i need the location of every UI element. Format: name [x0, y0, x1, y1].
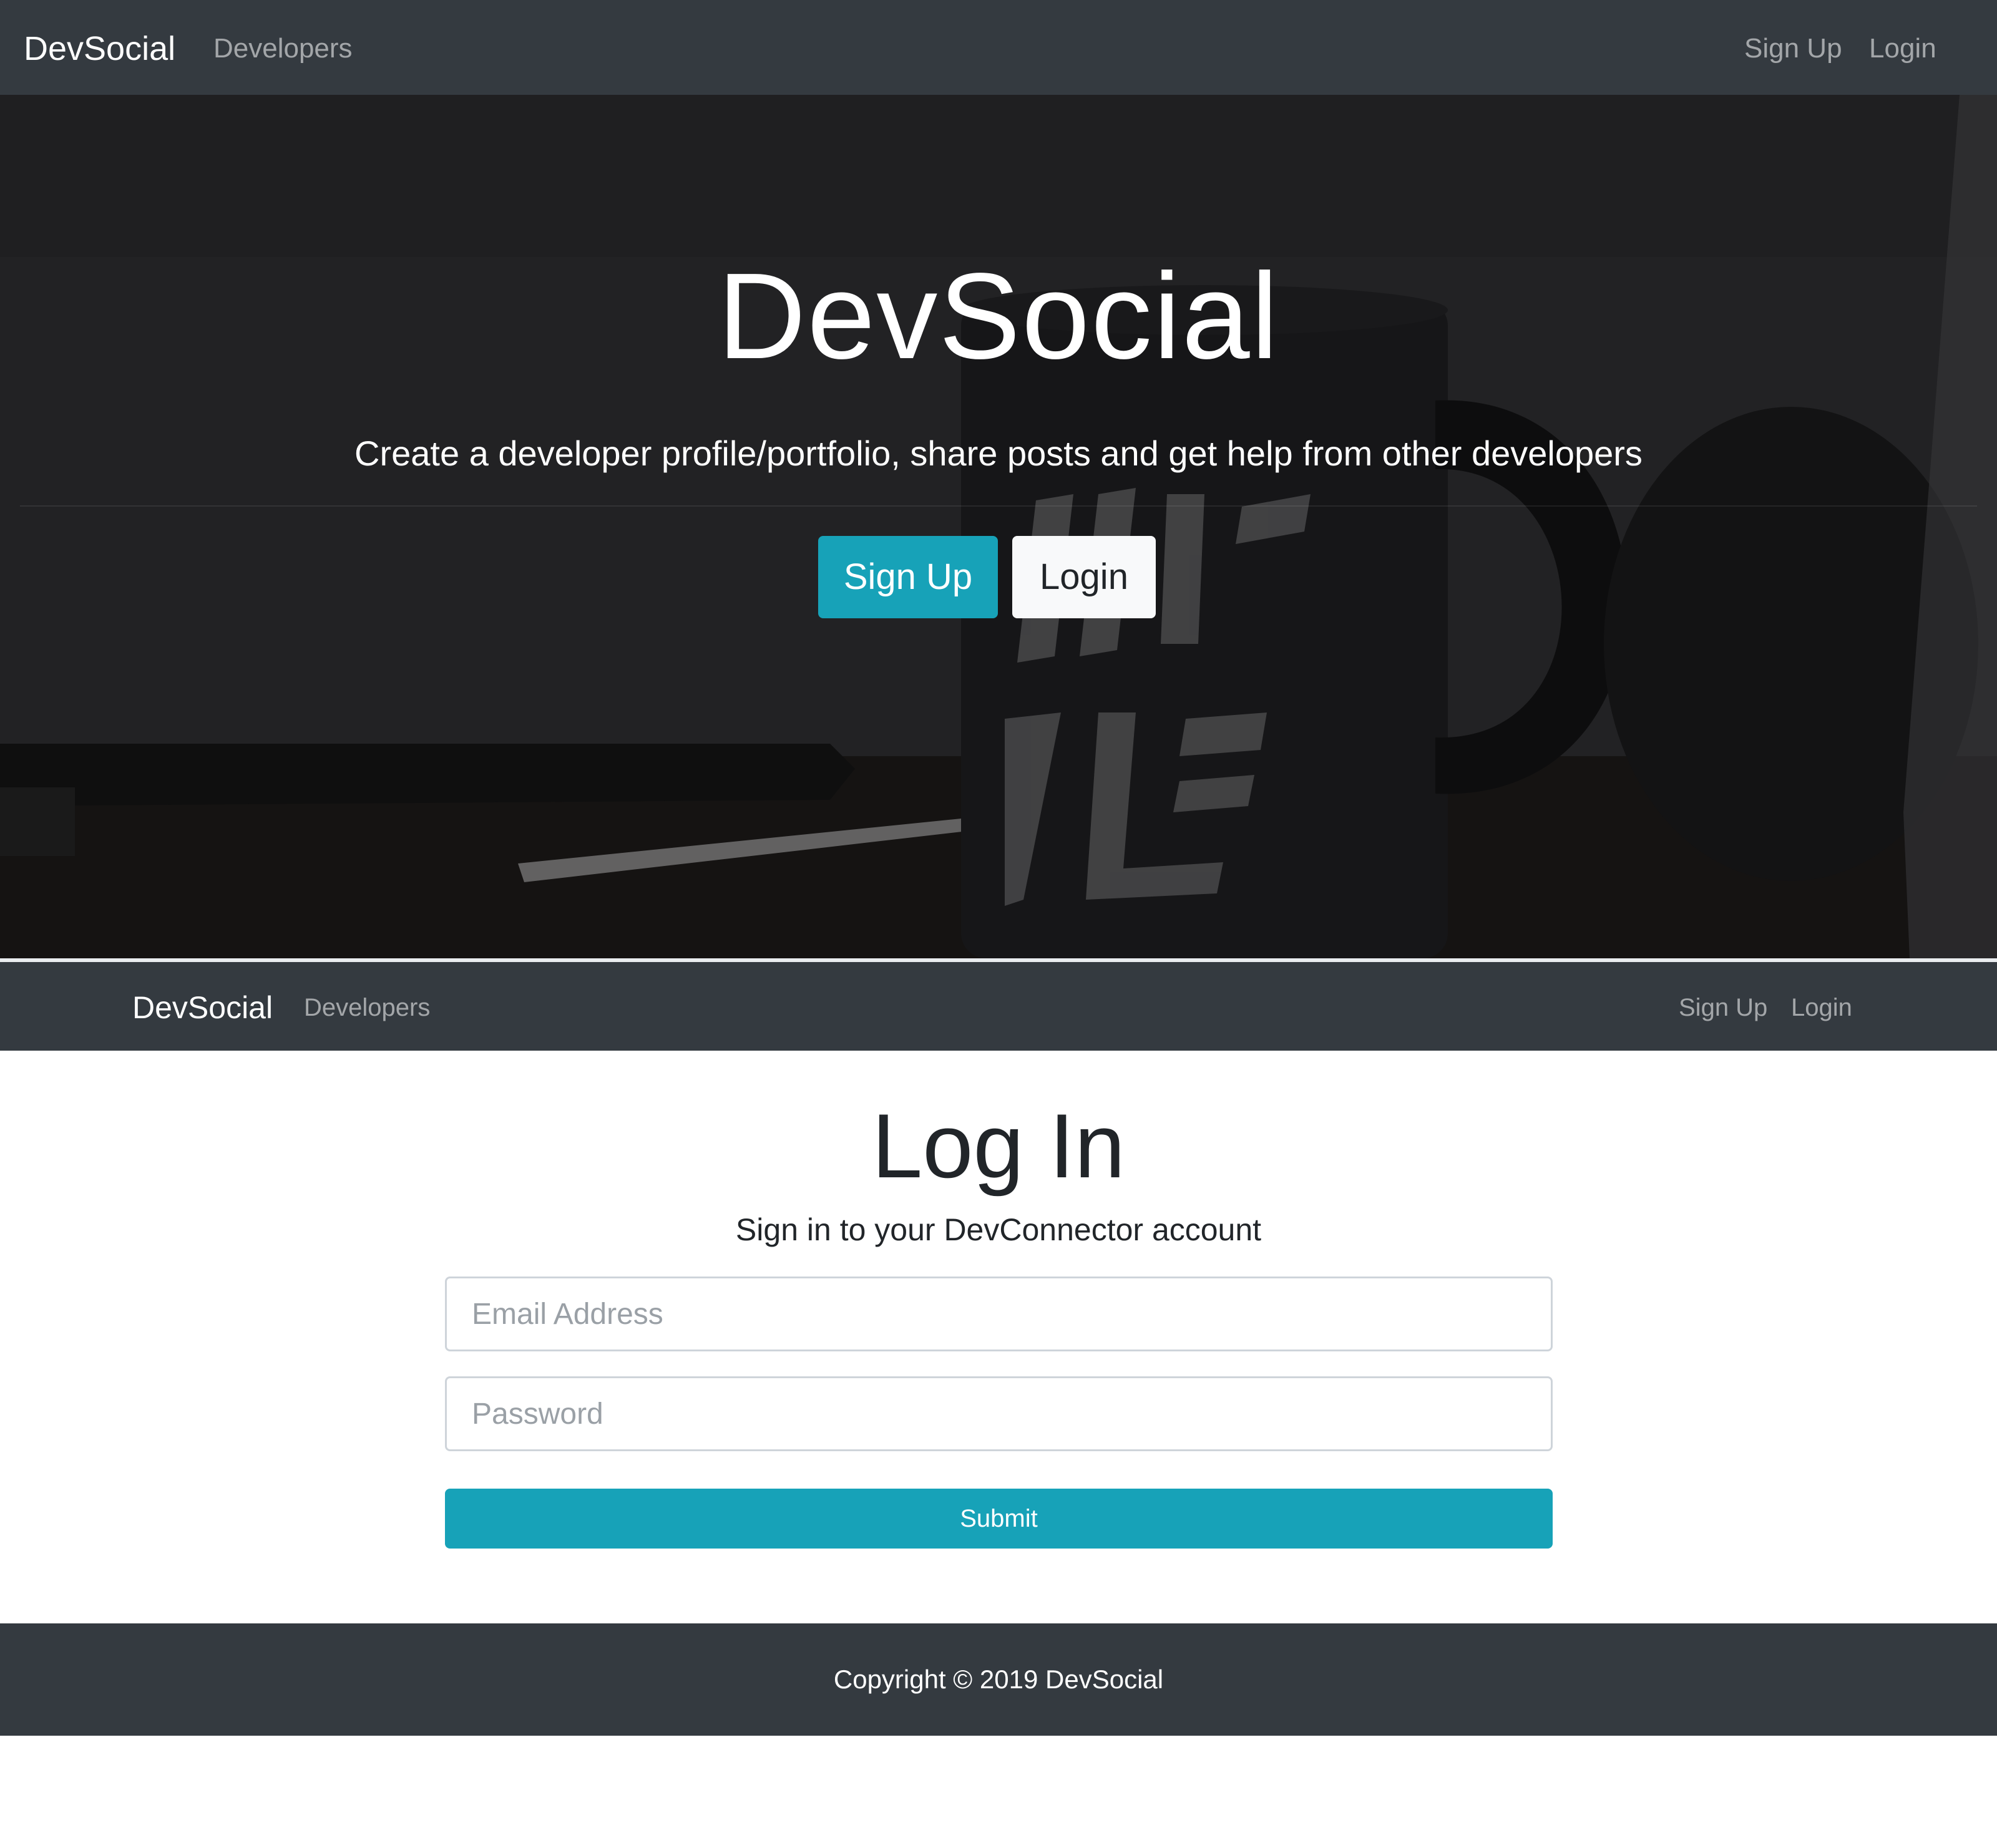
copyright-text: Copyright © 2019 DevSocial [833, 1665, 1164, 1694]
footer: Copyright © 2019 DevSocial [0, 1623, 1997, 1736]
top-navbar: DevSocial Developers Sign Up Login [0, 0, 1997, 95]
hero-login-button[interactable]: Login [1012, 536, 1156, 618]
login-page-subtitle: Sign in to your DevConnector account [735, 1212, 1262, 1247]
nav-link-sign-up[interactable]: Sign Up [1679, 990, 1767, 1025]
hero-overlay [0, 95, 1997, 958]
hero-title: DevSocial [717, 248, 1280, 384]
landing-hero: DevSocial Create a developer profile/por… [0, 95, 1997, 958]
nav-link-login[interactable]: Login [1869, 29, 1936, 69]
nav-link-developers[interactable]: Developers [213, 29, 353, 69]
email-field[interactable] [445, 1277, 1553, 1351]
nav-link-login[interactable]: Login [1791, 990, 1852, 1025]
hero-divider [20, 505, 1977, 507]
login-page-title: Log In [872, 1095, 1125, 1197]
hero-sign-up-button[interactable]: Sign Up [818, 536, 998, 618]
brand-link[interactable]: DevSocial [24, 26, 175, 71]
nav-link-sign-up[interactable]: Sign Up [1744, 29, 1842, 69]
submit-button[interactable]: Submit [445, 1489, 1553, 1549]
brand-link[interactable]: DevSocial [132, 988, 273, 1027]
nav-link-developers[interactable]: Developers [304, 990, 430, 1025]
login-page-navbar: DevSocial Developers Sign Up Login [0, 962, 1997, 1051]
password-field[interactable] [445, 1376, 1553, 1451]
hero-lead-text: Create a developer profile/portfolio, sh… [354, 434, 1643, 473]
